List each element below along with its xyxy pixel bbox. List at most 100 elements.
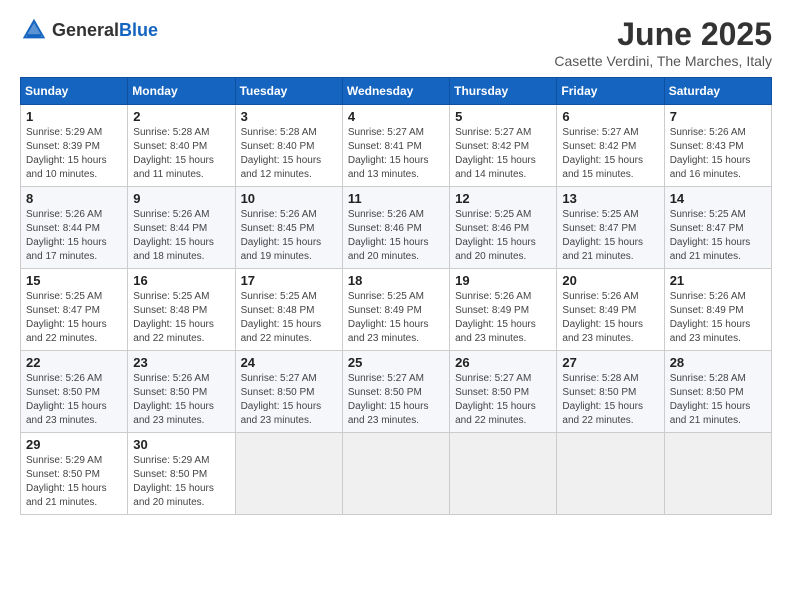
day-info: Sunrise: 5:25 AM Sunset: 8:48 PM Dayligh… (241, 290, 337, 346)
title-area: June 2025 Casette Verdini, The Marches, … (554, 16, 772, 69)
day-number: 4 (348, 109, 444, 124)
calendar-cell (664, 433, 771, 515)
day-number: 30 (133, 437, 229, 452)
day-info: Sunrise: 5:29 AM Sunset: 8:39 PM Dayligh… (26, 126, 122, 182)
calendar-cell: 24 Sunrise: 5:27 AM Sunset: 8:50 PM Dayli… (235, 351, 342, 433)
calendar-cell: 6 Sunrise: 5:27 AM Sunset: 8:42 PM Daylig… (557, 105, 664, 187)
calendar-cell: 4 Sunrise: 5:27 AM Sunset: 8:41 PM Daylig… (342, 105, 449, 187)
day-number: 15 (26, 273, 122, 288)
day-of-week-monday: Monday (128, 78, 235, 105)
day-info: Sunrise: 5:28 AM Sunset: 8:50 PM Dayligh… (562, 372, 658, 428)
day-info: Sunrise: 5:29 AM Sunset: 8:50 PM Dayligh… (133, 454, 229, 510)
calendar-cell: 12Sunrise: 5:25 AM Sunset: 8:46 PM Dayli… (450, 187, 557, 269)
calendar-cell: 22Sunrise: 5:26 AM Sunset: 8:50 PM Dayli… (21, 351, 128, 433)
calendar-cell: 18 Sunrise: 5:25 AM Sunset: 8:49 PM Dayli… (342, 269, 449, 351)
day-number: 24 (241, 355, 337, 370)
day-number: 6 (562, 109, 658, 124)
day-info: Sunrise: 5:27 AM Sunset: 8:42 PM Dayligh… (562, 126, 658, 182)
day-info: Sunrise: 5:28 AM Sunset: 8:40 PM Dayligh… (241, 126, 337, 182)
calendar-cell: 5Sunrise: 5:27 AM Sunset: 8:42 PM Daylig… (450, 105, 557, 187)
calendar-week-row: 15 Sunrise: 5:25 AM Sunset: 8:47 PM Dayli… (21, 269, 772, 351)
day-info: Sunrise: 5:26 AM Sunset: 8:44 PM Dayligh… (133, 208, 229, 264)
day-number: 19 (455, 273, 551, 288)
calendar-cell: 7Sunrise: 5:26 AM Sunset: 8:43 PM Daylig… (664, 105, 771, 187)
calendar-cell: 23 Sunrise: 5:26 AM Sunset: 8:50 PM Dayli… (128, 351, 235, 433)
day-number: 18 (348, 273, 444, 288)
day-number: 10 (241, 191, 337, 206)
calendar-cell: 30 Sunrise: 5:29 AM Sunset: 8:50 PM Dayli… (128, 433, 235, 515)
calendar-cell: 2Sunrise: 5:28 AM Sunset: 8:40 PM Daylig… (128, 105, 235, 187)
calendar-cell: 28 Sunrise: 5:28 AM Sunset: 8:50 PM Dayli… (664, 351, 771, 433)
day-number: 28 (670, 355, 766, 370)
day-info: Sunrise: 5:26 AM Sunset: 8:46 PM Dayligh… (348, 208, 444, 264)
calendar-week-row: 29 Sunrise: 5:29 AM Sunset: 8:50 PM Dayli… (21, 433, 772, 515)
calendar-week-row: 8 Sunrise: 5:26 AM Sunset: 8:44 PM Daylig… (21, 187, 772, 269)
month-title: June 2025 (554, 16, 772, 53)
day-of-week-wednesday: Wednesday (342, 78, 449, 105)
day-number: 13 (562, 191, 658, 206)
day-of-week-saturday: Saturday (664, 78, 771, 105)
calendar-table: SundayMondayTuesdayWednesdayThursdayFrid… (20, 77, 772, 515)
calendar-cell: 26 Sunrise: 5:27 AM Sunset: 8:50 PM Dayli… (450, 351, 557, 433)
day-number: 7 (670, 109, 766, 124)
calendar-week-row: 1 Sunrise: 5:29 AM Sunset: 8:39 PM Daylig… (21, 105, 772, 187)
day-info: Sunrise: 5:25 AM Sunset: 8:47 PM Dayligh… (26, 290, 122, 346)
day-number: 17 (241, 273, 337, 288)
calendar-cell (235, 433, 342, 515)
day-info: Sunrise: 5:27 AM Sunset: 8:42 PM Dayligh… (455, 126, 551, 182)
calendar-cell (557, 433, 664, 515)
calendar-header-row: SundayMondayTuesdayWednesdayThursdayFrid… (21, 78, 772, 105)
day-number: 27 (562, 355, 658, 370)
day-number: 11 (348, 191, 444, 206)
day-number: 25 (348, 355, 444, 370)
day-number: 3 (241, 109, 337, 124)
day-info: Sunrise: 5:26 AM Sunset: 8:44 PM Dayligh… (26, 208, 122, 264)
day-number: 29 (26, 437, 122, 452)
page-header: GeneralBlue June 2025 Casette Verdini, T… (20, 16, 772, 69)
day-number: 26 (455, 355, 551, 370)
day-info: Sunrise: 5:26 AM Sunset: 8:49 PM Dayligh… (455, 290, 551, 346)
day-number: 9 (133, 191, 229, 206)
day-info: Sunrise: 5:27 AM Sunset: 8:50 PM Dayligh… (348, 372, 444, 428)
logo-text: GeneralBlue (52, 20, 158, 41)
day-info: Sunrise: 5:28 AM Sunset: 8:50 PM Dayligh… (670, 372, 766, 428)
day-info: Sunrise: 5:25 AM Sunset: 8:48 PM Dayligh… (133, 290, 229, 346)
day-info: Sunrise: 5:25 AM Sunset: 8:49 PM Dayligh… (348, 290, 444, 346)
day-number: 8 (26, 191, 122, 206)
calendar-cell: 13 Sunrise: 5:25 AM Sunset: 8:47 PM Dayli… (557, 187, 664, 269)
day-of-week-tuesday: Tuesday (235, 78, 342, 105)
day-info: Sunrise: 5:26 AM Sunset: 8:49 PM Dayligh… (562, 290, 658, 346)
calendar-cell (342, 433, 449, 515)
calendar-cell: 16Sunrise: 5:25 AM Sunset: 8:48 PM Dayli… (128, 269, 235, 351)
day-info: Sunrise: 5:26 AM Sunset: 8:50 PM Dayligh… (26, 372, 122, 428)
calendar-cell: 14Sunrise: 5:25 AM Sunset: 8:47 PM Dayli… (664, 187, 771, 269)
day-number: 12 (455, 191, 551, 206)
calendar-cell: 19 Sunrise: 5:26 AM Sunset: 8:49 PM Dayli… (450, 269, 557, 351)
calendar-cell (450, 433, 557, 515)
day-info: Sunrise: 5:29 AM Sunset: 8:50 PM Dayligh… (26, 454, 122, 510)
day-info: Sunrise: 5:26 AM Sunset: 8:49 PM Dayligh… (670, 290, 766, 346)
day-of-week-sunday: Sunday (21, 78, 128, 105)
day-info: Sunrise: 5:27 AM Sunset: 8:50 PM Dayligh… (241, 372, 337, 428)
day-number: 23 (133, 355, 229, 370)
logo: GeneralBlue (20, 16, 158, 44)
day-number: 1 (26, 109, 122, 124)
calendar-cell: 20Sunrise: 5:26 AM Sunset: 8:49 PM Dayli… (557, 269, 664, 351)
day-info: Sunrise: 5:25 AM Sunset: 8:47 PM Dayligh… (670, 208, 766, 264)
calendar-cell: 21 Sunrise: 5:26 AM Sunset: 8:49 PM Dayli… (664, 269, 771, 351)
day-info: Sunrise: 5:26 AM Sunset: 8:50 PM Dayligh… (133, 372, 229, 428)
calendar-cell: 1 Sunrise: 5:29 AM Sunset: 8:39 PM Daylig… (21, 105, 128, 187)
day-number: 21 (670, 273, 766, 288)
calendar-cell: 29 Sunrise: 5:29 AM Sunset: 8:50 PM Dayli… (21, 433, 128, 515)
day-info: Sunrise: 5:27 AM Sunset: 8:50 PM Dayligh… (455, 372, 551, 428)
calendar-week-row: 22Sunrise: 5:26 AM Sunset: 8:50 PM Dayli… (21, 351, 772, 433)
calendar-cell: 8 Sunrise: 5:26 AM Sunset: 8:44 PM Daylig… (21, 187, 128, 269)
day-of-week-thursday: Thursday (450, 78, 557, 105)
calendar-cell: 25 Sunrise: 5:27 AM Sunset: 8:50 PM Dayli… (342, 351, 449, 433)
day-info: Sunrise: 5:27 AM Sunset: 8:41 PM Dayligh… (348, 126, 444, 182)
logo-icon (20, 16, 48, 44)
day-of-week-friday: Friday (557, 78, 664, 105)
day-info: Sunrise: 5:26 AM Sunset: 8:45 PM Dayligh… (241, 208, 337, 264)
day-info: Sunrise: 5:25 AM Sunset: 8:47 PM Dayligh… (562, 208, 658, 264)
calendar-cell: 27 Sunrise: 5:28 AM Sunset: 8:50 PM Dayli… (557, 351, 664, 433)
